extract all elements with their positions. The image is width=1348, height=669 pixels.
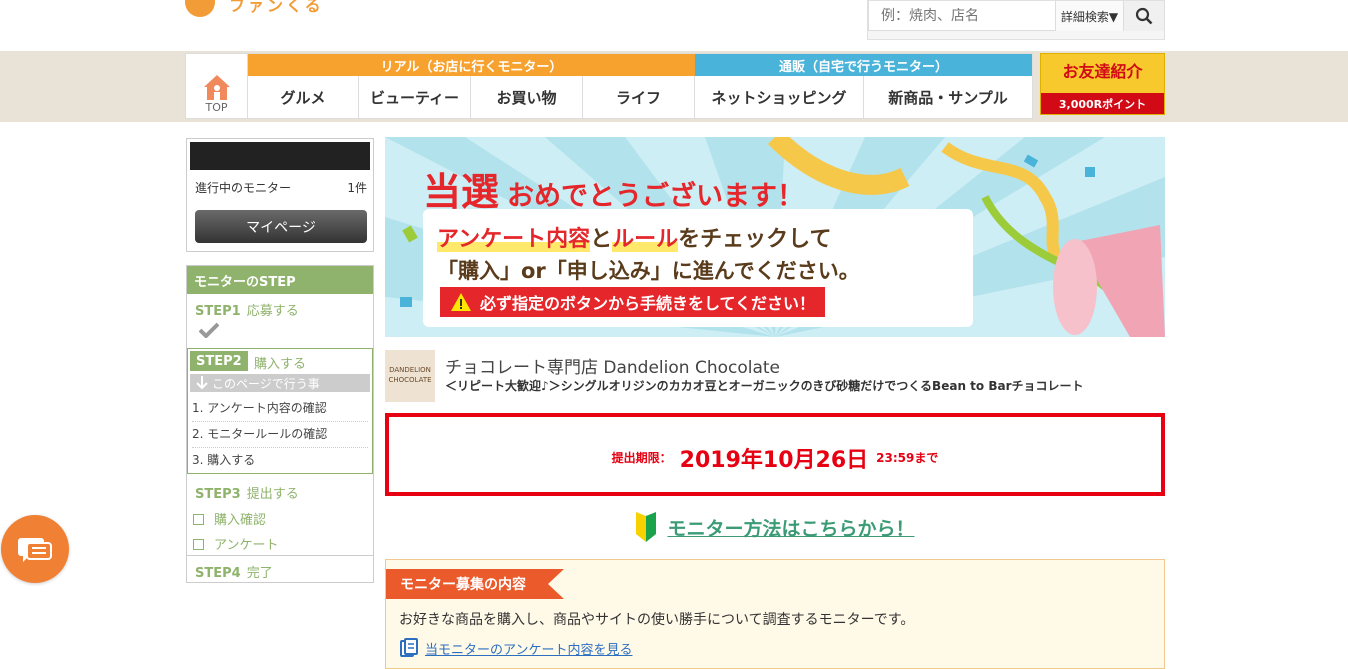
step2-this-page-bar: このページで行う事: [190, 374, 370, 392]
site-header: ファンくる 詳細検索▼: [0, 0, 1348, 51]
nav-group-real-header: リアル（お店に行くモニター）: [248, 54, 695, 76]
recruit-header: モニター募集の内容: [386, 569, 564, 599]
deadline-label: 提出期限：: [611, 451, 672, 465]
nav-item-net-shopping[interactable]: ネットショッピング: [695, 76, 864, 118]
logo-text: ファンくる: [229, 0, 324, 15]
nav-item-gourmet[interactable]: グルメ: [248, 76, 359, 118]
site-logo[interactable]: ファンくる: [185, 0, 324, 20]
user-panel: 進行中のモニター 1件 マイページ: [186, 138, 374, 252]
friend-referral-title: お友達紹介: [1062, 62, 1143, 81]
advanced-search-button[interactable]: 詳細検索▼: [1056, 1, 1124, 31]
nav-item-life[interactable]: ライフ: [583, 76, 695, 118]
step4-label: STEP4 完了: [195, 566, 273, 581]
nav-top-label: TOP: [205, 101, 228, 114]
banner-warning: 必ず指定のボタンから手続きをしてください！: [440, 287, 826, 317]
howto-link-row: モニター方法はこちらから！: [385, 510, 1165, 544]
nav-top-button[interactable]: TOP: [186, 54, 248, 118]
deadline-box: 提出期限： 2019年10月26日 23:59まで: [385, 413, 1165, 496]
search-button[interactable]: [1124, 1, 1164, 31]
arrow-down-icon: [196, 376, 208, 390]
checkbox-icon: [193, 514, 204, 525]
shop-info: DANDELION CHOCOLATE チョコレート専門店 Dandelion …: [385, 350, 1165, 404]
progress-row: 進行中のモニター 1件: [195, 179, 367, 196]
friend-referral-points: 3,000Rポイント: [1041, 93, 1164, 114]
howto-link[interactable]: モニター方法はこちらから！: [667, 514, 914, 541]
beginner-mark-icon: [636, 512, 657, 542]
progress-label: 進行中のモニター: [195, 181, 292, 195]
main-nav: TOP リアル（お店に行くモニター） グルメ ビューティー お買い物 ライフ 通…: [185, 53, 1033, 119]
banner-line1: アンケート内容とルールをチェックして: [437, 227, 832, 252]
deadline-date: 2019年10月26日: [679, 447, 869, 473]
banner-line2: 「購入」or「申し込み」に進んでください。: [437, 259, 860, 283]
nav-group-online-header: 通販（自宅で行うモニター）: [695, 54, 1032, 76]
home-icon: [203, 75, 230, 100]
user-name-redacted: [190, 142, 370, 170]
nav-group-real: リアル（お店に行くモニター） グルメ ビューティー お買い物 ライフ: [248, 54, 695, 118]
deadline-time: 23:59まで: [876, 451, 939, 465]
step3-label: STEP3 提出する: [195, 487, 299, 502]
survey-link-row: 当モニターのアンケート内容を見る: [399, 638, 632, 658]
nav-group-online: 通販（自宅で行うモニター） ネットショッピング 新商品・サンプル: [695, 54, 1032, 118]
logo-mark-icon: [185, 0, 215, 17]
search-icon: [1135, 7, 1153, 25]
document-icon: [400, 638, 418, 657]
chat-button[interactable]: [1, 515, 69, 583]
step3-check-survey: アンケート: [193, 534, 278, 553]
divider: [187, 555, 373, 556]
checkbox-icon: [193, 539, 204, 550]
shop-logo: DANDELION CHOCOLATE: [385, 350, 435, 402]
step2-badge: STEP2: [190, 351, 248, 371]
step2-item-rules[interactable]: 2. モニタールールの確認: [192, 425, 368, 448]
banner-headline: 当選 おめでとうございます！: [423, 170, 805, 214]
step1-label: STEP1 応募する: [195, 304, 299, 319]
friend-referral-banner[interactable]: お友達紹介 3,000Rポイント: [1040, 53, 1165, 115]
nav-item-shopping[interactable]: お買い物: [471, 76, 583, 118]
step3-check-purchase: 購入確認: [193, 509, 266, 528]
chat-icon: [18, 538, 52, 562]
search-input[interactable]: [868, 1, 1056, 31]
nav-item-beauty[interactable]: ビューティー: [359, 76, 471, 118]
progress-count: 1件: [347, 181, 367, 195]
step2-text: 購入する: [254, 357, 307, 372]
winner-banner: 当選 おめでとうございます！ アンケート内容とルールをチェックして 「購入」or…: [385, 137, 1165, 337]
step-panel-header: モニターのSTEP: [187, 266, 373, 294]
mypage-button[interactable]: マイページ: [195, 210, 367, 243]
shop-name: チョコレート専門店 Dandelion Chocolate: [445, 358, 781, 378]
checkmark-icon: [199, 322, 219, 338]
search-form: 詳細検索▼: [867, 0, 1165, 40]
survey-link[interactable]: 当モニターのアンケート内容を見る: [425, 639, 632, 658]
shop-description: ＜リピート大歓迎♪＞シングルオリジンのカカオ豆とオーガニックのきび砂糖だけでつく…: [445, 379, 1084, 393]
step2-section: STEP2 購入する このページで行う事 1. アンケート内容の確認 2. モニ…: [187, 348, 373, 474]
recruit-body: お好きな商品を購入し、商品やサイトの使い勝手について調査するモニターです。: [399, 612, 915, 628]
warning-icon: [451, 293, 471, 311]
step2-item-purchase[interactable]: 3. 購入する: [192, 451, 368, 473]
step-panel: モニターのSTEP STEP1 応募する STEP2 購入する このページで行う事…: [186, 265, 374, 583]
recruit-section: モニター募集の内容 お好きな商品を購入し、商品やサイトの使い勝手について調査する…: [385, 559, 1165, 669]
nav-item-new-products[interactable]: 新商品・サンプル: [864, 76, 1032, 118]
step2-item-survey[interactable]: 1. アンケート内容の確認: [192, 399, 368, 422]
